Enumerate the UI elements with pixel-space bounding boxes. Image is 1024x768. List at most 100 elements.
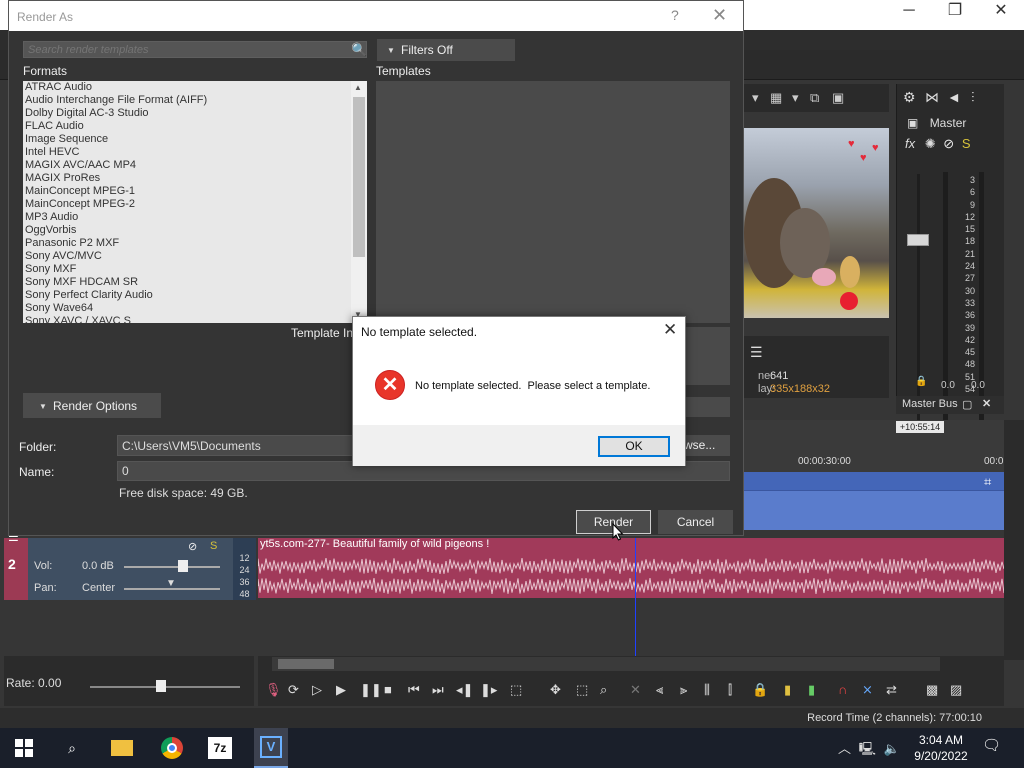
filters-button[interactable]: ▼ Filters Off	[377, 39, 515, 61]
file-explorer-icon[interactable]	[108, 736, 136, 760]
format-list-item[interactable]: Dolby Digital AC-3 Studio	[23, 107, 367, 120]
pan-slider-thumb[interactable]: ▼	[166, 578, 176, 589]
formats-scrollbar[interactable]: ▲ ▼	[351, 81, 367, 323]
format-list-item[interactable]: MAGIX ProRes	[23, 172, 367, 185]
help-icon[interactable]: ?	[671, 7, 679, 23]
ok-button[interactable]: OK	[598, 436, 670, 457]
network-icon[interactable]: 🖳	[859, 741, 876, 756]
solo-icon[interactable]: S	[210, 540, 217, 552]
7zip-icon[interactable]: 7z	[206, 736, 234, 760]
audio-event[interactable]: yt5s.com-277- Beautiful family of wild p…	[258, 538, 1004, 598]
vertical-scrollbar[interactable]	[1004, 420, 1024, 660]
search-icon[interactable]: 🔍	[351, 42, 367, 58]
search-icon[interactable]: ⌕	[58, 736, 86, 760]
format-list-item[interactable]: Sony AVC/MVC	[23, 250, 367, 263]
templates-list[interactable]	[376, 81, 730, 323]
select-tool-icon[interactable]: ✥	[550, 682, 561, 698]
auto-crossfade-icon[interactable]: ⨯	[862, 682, 873, 698]
envelope-tool-icon[interactable]: ⬚	[576, 682, 588, 698]
ripple-icon[interactable]: ⫿	[728, 682, 732, 698]
bow-tie-icon[interactable]: ⋈	[925, 89, 939, 106]
format-list-item[interactable]: OggVorbis	[23, 224, 367, 237]
formats-list[interactable]: ATRAC Audio Audio Interchange File Format…	[23, 81, 367, 323]
split-icon[interactable]: ⫼	[704, 682, 710, 698]
chevron-down-icon[interactable]: ▾	[752, 90, 759, 106]
mute-icon[interactable]: ⊘	[188, 540, 197, 553]
format-list-item[interactable]: Sony MXF HDCAM SR	[23, 276, 367, 289]
render-options-button[interactable]: ▼ Render Options	[23, 393, 161, 418]
format-list-item[interactable]: MainConcept MPEG-1	[23, 185, 367, 198]
rate-slider-thumb[interactable]	[156, 680, 166, 692]
prev-frame-icon[interactable]: ◂❚	[456, 682, 473, 698]
snap-icon[interactable]: ∩	[838, 682, 847, 697]
menu-icon[interactable]: ☰	[750, 344, 763, 361]
format-list-item[interactable]: Audio Interchange File Format (AIFF)	[23, 94, 367, 107]
speaker-icon[interactable]: ◄	[947, 89, 961, 105]
playhead-cursor[interactable]	[635, 538, 636, 658]
chevron-up-icon[interactable]: ︿	[838, 741, 851, 756]
format-list-item[interactable]: Intel HEVC	[23, 146, 367, 159]
format-list-item[interactable]: Image Sequence	[23, 133, 367, 146]
minimize-icon[interactable]: ─	[886, 0, 932, 30]
video-event[interactable]	[740, 490, 1004, 530]
lock-icon[interactable]: 🔒	[752, 682, 768, 698]
format-list-item[interactable]: Sony Perfect Clarity Audio	[23, 289, 367, 302]
maximize-icon[interactable]: ❐	[932, 0, 978, 30]
timeline-scrollbar[interactable]	[272, 657, 940, 671]
copy-frame-icon[interactable]: ⧉	[810, 90, 819, 106]
zoom-tool-icon[interactable]: ⌕	[600, 682, 607, 698]
edit-tool-icon[interactable]: ⬚	[510, 682, 522, 698]
go-to-end-icon[interactable]: ⏭	[432, 682, 444, 698]
vegas-pro-icon[interactable]: V	[254, 728, 288, 768]
chrome-icon[interactable]	[158, 736, 186, 760]
loop-icon[interactable]: ⟳	[288, 682, 299, 698]
scrollbar-thumb[interactable]	[278, 659, 334, 669]
windows-start-icon[interactable]	[10, 736, 38, 760]
video-track[interactable]: ⌗	[740, 472, 1004, 530]
format-list-item[interactable]: Sony MXF	[23, 263, 367, 276]
format-list-item[interactable]: MainConcept MPEG-2	[23, 198, 367, 211]
lock-icon[interactable]: 🔒	[915, 376, 927, 387]
close-icon[interactable]: ✕	[712, 5, 727, 26]
format-list-item[interactable]: Panasonic P2 MXF	[23, 237, 367, 250]
clock[interactable]: 3:04 AM 9/20/2022	[906, 732, 976, 764]
record-icon[interactable]: 🎙	[265, 682, 282, 698]
master-fader[interactable]	[907, 234, 929, 246]
save-snapshot-icon[interactable]: ▣	[832, 90, 844, 106]
trim-start-icon[interactable]: ⫷	[656, 682, 663, 698]
event-fx-icon[interactable]: ▨	[950, 682, 962, 698]
timeline-ruler[interactable]: 00:00:30:00 00:0	[740, 420, 1004, 472]
master-bus-tab[interactable]: Master Bus ▢ ✕	[896, 396, 1004, 414]
trim-end-icon[interactable]: ⫸	[680, 682, 687, 698]
vol-slider-thumb[interactable]	[178, 560, 188, 572]
close-icon[interactable]: ✕	[978, 0, 1024, 30]
scrollbar-thumb[interactable]	[353, 97, 365, 257]
region-icon[interactable]: ▮	[808, 682, 815, 698]
window-icon[interactable]: ▢	[962, 398, 972, 411]
format-list-item[interactable]: FLAC Audio	[23, 120, 367, 133]
mute-icon[interactable]: ⊘	[943, 136, 954, 151]
format-list-item[interactable]: ATRAC Audio	[23, 81, 367, 94]
crop-icon[interactable]: ⌗	[984, 474, 991, 490]
chevron-down-icon[interactable]: ▾	[792, 90, 799, 106]
notification-icon[interactable]: 🗨	[982, 736, 1001, 754]
master-toggle-icon[interactable]: ▣	[907, 116, 918, 130]
ruler-marker[interactable]: +10:55:14	[896, 421, 944, 433]
delete-icon[interactable]: ✕	[630, 682, 641, 698]
format-list-item[interactable]: MAGIX AVC/AAC MP4	[23, 159, 367, 172]
format-list-item[interactable]: Sony XAVC / XAVC S	[23, 315, 367, 323]
stop-icon[interactable]: ■	[384, 682, 392, 697]
play-icon[interactable]: ▶	[336, 682, 346, 698]
grid-icon[interactable]: ▦	[770, 90, 782, 106]
format-list-item[interactable]: Sony Wave64	[23, 302, 367, 315]
gear-icon[interactable]: ⚙	[903, 89, 916, 106]
ripple-edit-icon[interactable]: ⇄	[886, 682, 897, 698]
pause-icon[interactable]: ❚❚	[360, 682, 382, 698]
go-to-start-icon[interactable]: ⏮	[408, 682, 420, 698]
volume-icon[interactable]: 🔈	[884, 741, 900, 756]
marker-icon[interactable]: ▮	[784, 682, 791, 698]
next-frame-icon[interactable]: ❚▸	[480, 682, 497, 698]
play-from-start-icon[interactable]: ▷	[312, 682, 322, 698]
grouping-icon[interactable]: ▩	[926, 682, 938, 698]
close-icon[interactable]: ✕	[982, 397, 991, 410]
